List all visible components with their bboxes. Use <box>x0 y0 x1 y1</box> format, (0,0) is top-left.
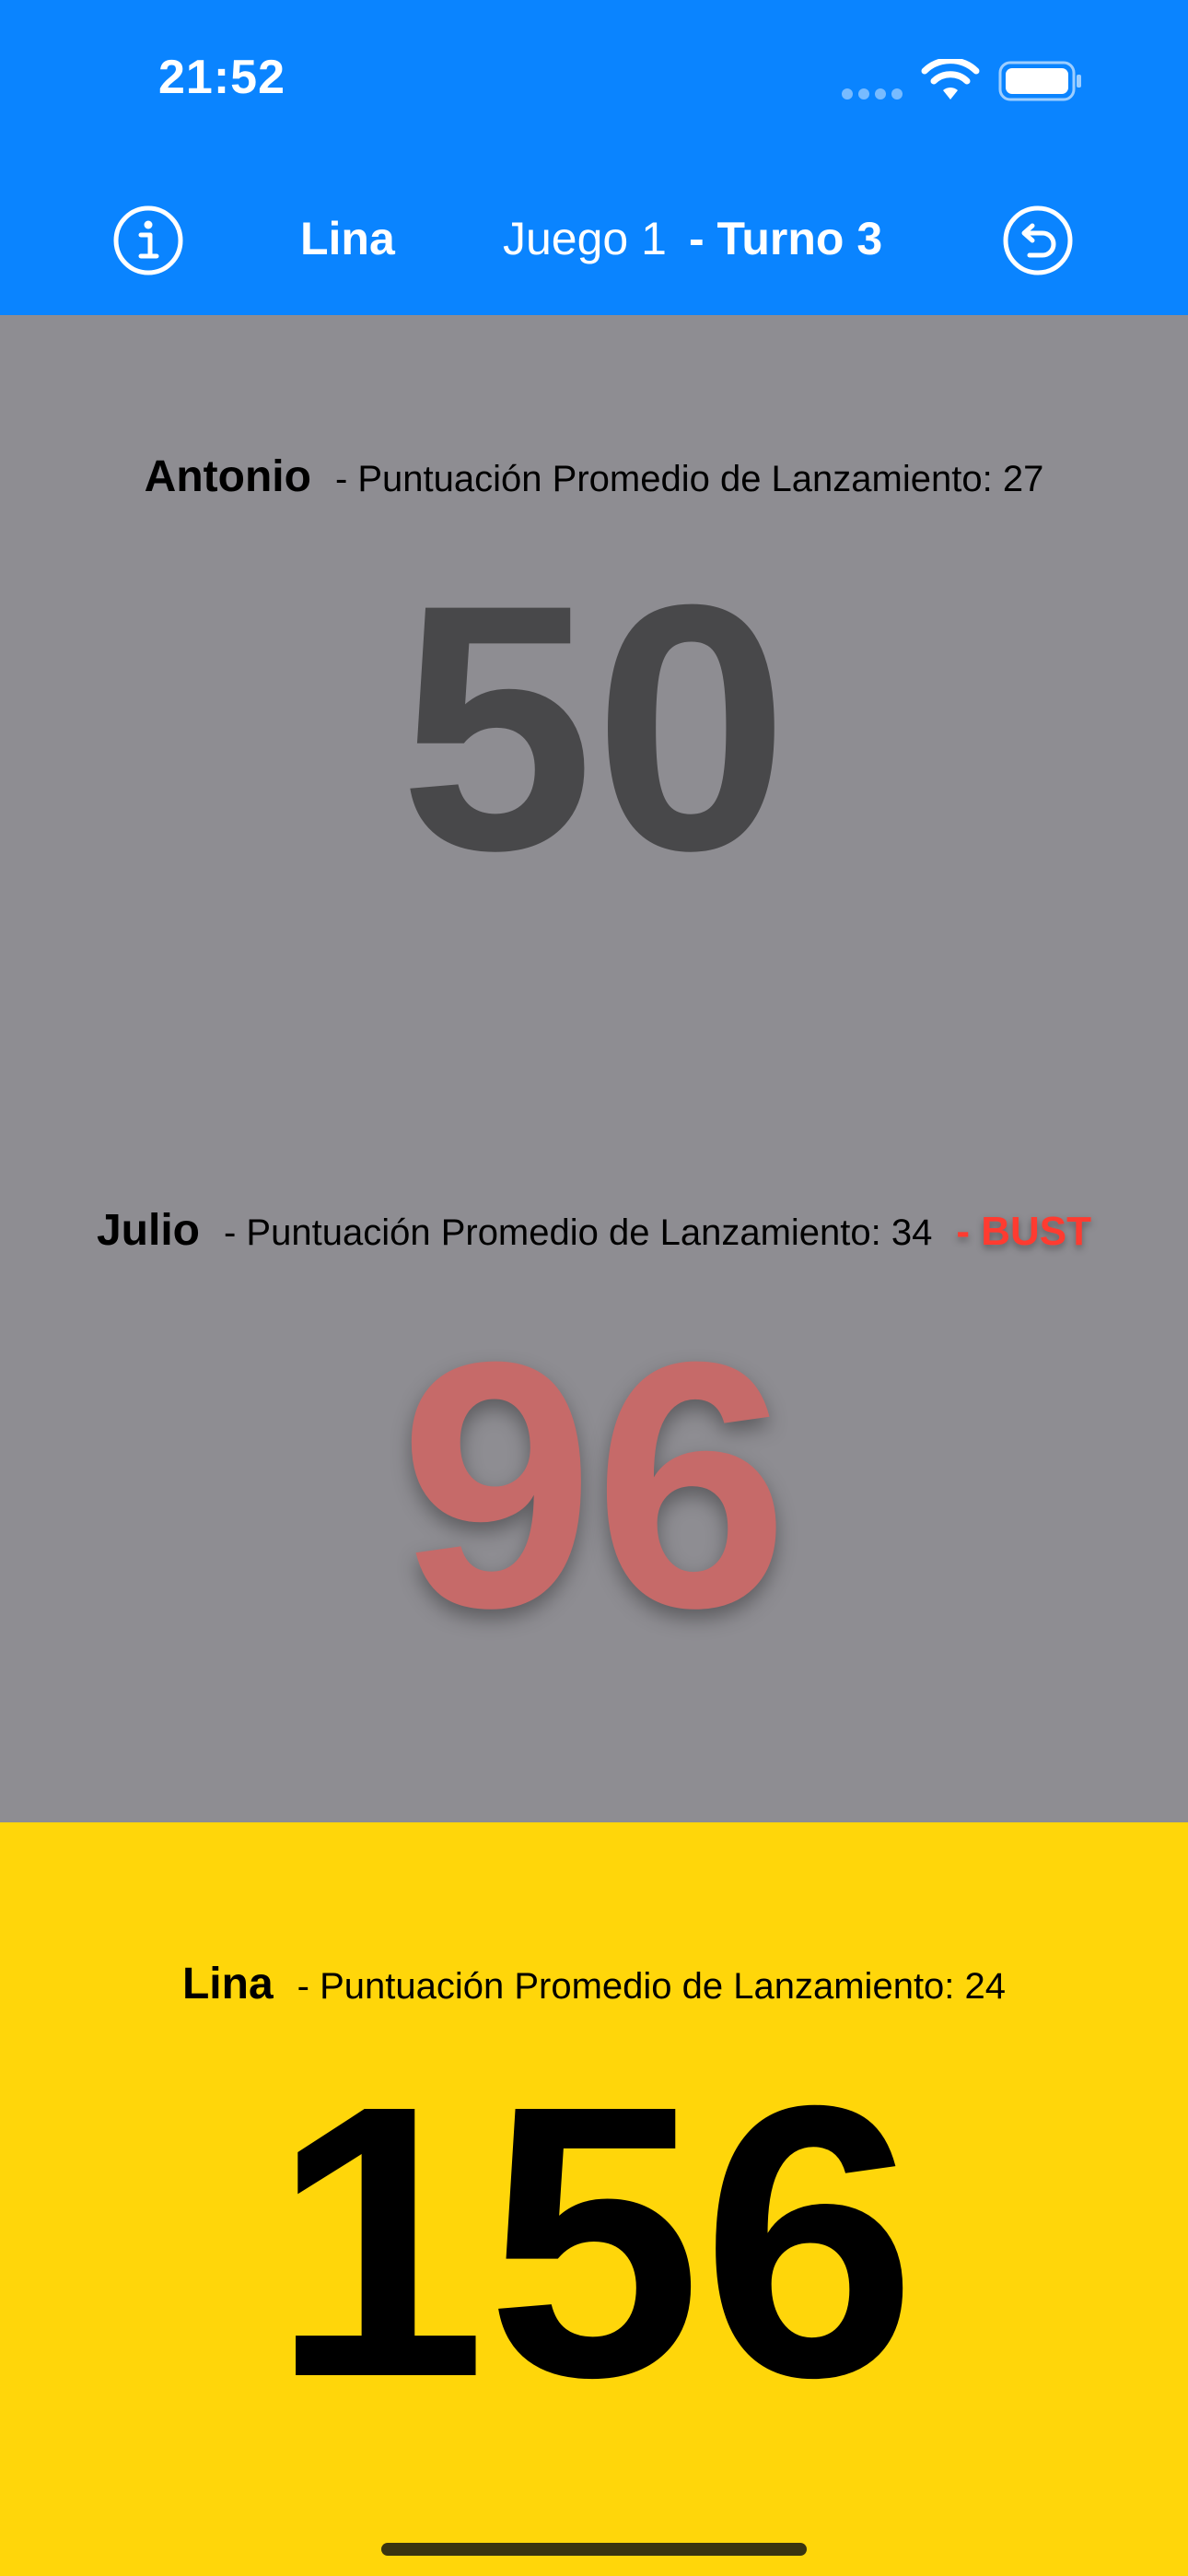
bust-badge: - BUST <box>956 1209 1092 1254</box>
player-info-line: Antonio - Puntuación Promedio de Lanzamie… <box>0 451 1188 502</box>
player-info-line: Lina - Puntuación Promedio de Lanzamiento… <box>0 1959 1188 2009</box>
top-bar: 21:52 Lina Juego 1 - Turno 3 <box>0 0 1188 315</box>
battery-icon <box>998 61 1081 101</box>
player-average-score: - Puntuación Promedio de Lanzamiento: 24 <box>297 1966 1007 2007</box>
player-name: Antonio <box>144 452 311 501</box>
player-panel-antonio[interactable]: Antonio - Puntuación Promedio de Lanzamie… <box>0 315 1188 1071</box>
player-average-score: - Puntuación Promedio de Lanzamiento: 34 <box>223 1212 933 1253</box>
player-remaining-score: 156 <box>271 2026 917 2458</box>
player-remaining-score: 50 <box>399 532 789 923</box>
status-time: 21:52 <box>158 51 285 104</box>
undo-button[interactable] <box>1002 205 1074 276</box>
player-panel-julio[interactable]: Julio - Puntuación Promedio de Lanzamient… <box>0 1069 1188 1824</box>
cellular-signal-icon <box>842 88 903 100</box>
player-info-line: Julio - Puntuación Promedio de Lanzamient… <box>0 1205 1188 1256</box>
player-remaining-score: 96 <box>399 1289 789 1680</box>
home-indicator[interactable] <box>381 2543 807 2556</box>
player-name: Lina <box>181 1960 274 2008</box>
game-label: Juego 1 <box>503 213 667 264</box>
info-button[interactable] <box>112 205 184 276</box>
player-panel-lina-active[interactable]: Lina - Puntuación Promedio de Lanzamiento… <box>0 1822 1188 2576</box>
wifi-icon <box>921 59 980 100</box>
current-player-title: Lina <box>300 213 395 264</box>
player-name: Julio <box>96 1206 200 1255</box>
player-average-score: - Puntuación Promedio de Lanzamiento: 27 <box>334 459 1044 499</box>
turn-label: - Turno 3 <box>689 213 883 264</box>
